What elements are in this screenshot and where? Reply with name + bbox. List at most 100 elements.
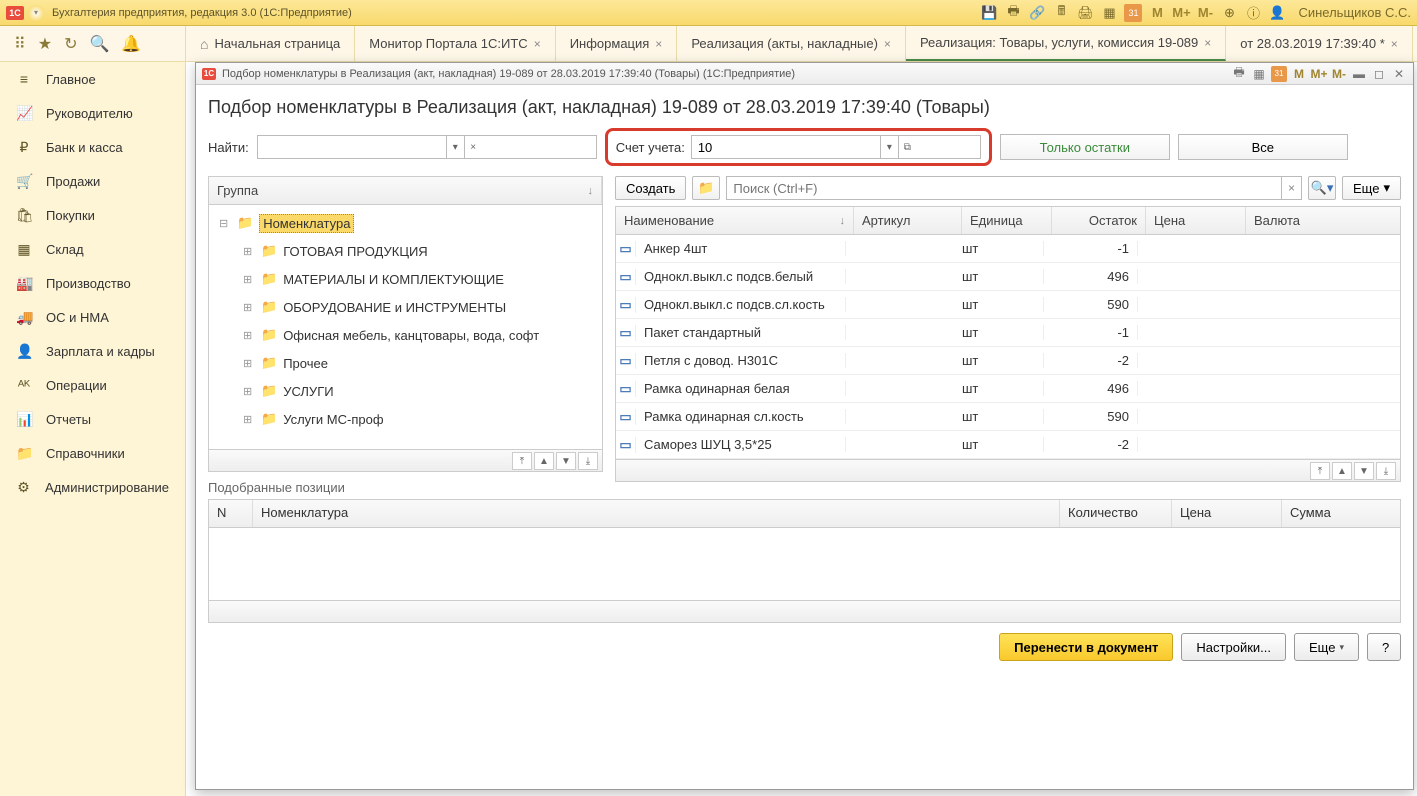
transfer-button[interactable]: Перенести в документ <box>999 633 1173 661</box>
info-icon[interactable]: ⓘ <box>1244 4 1262 22</box>
picked-col-price[interactable]: Цена <box>1172 500 1282 527</box>
sidebar-item[interactable]: 🚚ОС и НМА <box>0 300 185 334</box>
grid-search-input[interactable] <box>727 177 1281 199</box>
nav-up-icon[interactable]: ▲ <box>534 452 554 470</box>
close-icon[interactable]: × <box>1204 36 1211 50</box>
table-row[interactable]: ▭Саморез ШУЦ 3,5*25шт-2 <box>616 431 1400 459</box>
calc-icon[interactable]: 🖩 <box>1052 4 1070 22</box>
table-row[interactable]: ▭Однокл.выкл.с подсв.белыйшт496 <box>616 263 1400 291</box>
nav-bottom-icon[interactable]: ⤓ <box>578 452 598 470</box>
settings-button[interactable]: Настройки... <box>1181 633 1286 661</box>
tab[interactable]: Реализация: Товары, услуги, комиссия 19-… <box>906 26 1226 61</box>
sidebar-item[interactable]: 📁Справочники <box>0 436 185 470</box>
table-row[interactable]: ▭Однокл.выкл.с подсв.сл.костьшт590 <box>616 291 1400 319</box>
calendar-icon[interactable]: ▦ <box>1100 4 1118 22</box>
zoom-icon[interactable]: ⊕ <box>1220 4 1238 22</box>
tree-item[interactable]: ⊞📁УСЛУГИ <box>209 377 602 405</box>
modal-maximize-icon[interactable]: ◻ <box>1371 66 1387 82</box>
mminus-icon[interactable]: M- <box>1196 4 1214 22</box>
sidebar-item[interactable]: 🏭Производство <box>0 266 185 300</box>
all-button[interactable]: Все <box>1178 134 1348 160</box>
picked-col-qty[interactable]: Количество <box>1060 500 1172 527</box>
grid-search-clear-icon[interactable]: × <box>1281 177 1301 199</box>
tree-item[interactable]: ⊞📁Прочее <box>209 349 602 377</box>
tab[interactable]: от 28.03.2019 17:39:40 *× <box>1226 26 1412 61</box>
close-icon[interactable]: × <box>534 37 541 51</box>
col-name[interactable]: Наименование↓ <box>616 207 854 234</box>
print2-icon[interactable]: 🖨 <box>1076 4 1094 22</box>
sidebar-item[interactable]: ⚙Администрирование <box>0 470 185 504</box>
tree-item[interactable]: ⊟📁Номенклатура <box>209 209 602 237</box>
expand-icon[interactable]: ⊞ <box>243 245 255 258</box>
modal-cal31-icon[interactable]: 31 <box>1271 66 1287 82</box>
col-unit[interactable]: Единица <box>962 207 1052 234</box>
calendar31-icon[interactable]: 31 <box>1124 4 1142 22</box>
table-row[interactable]: ▭Петля с довод. H301Cшт-2 <box>616 347 1400 375</box>
apps-icon[interactable]: ⠿ <box>14 34 26 54</box>
bell-icon[interactable]: 🔔 <box>121 34 141 54</box>
sidebar-item[interactable]: ≡Главное <box>0 62 185 96</box>
modal-mminus-icon[interactable]: M- <box>1331 66 1347 82</box>
modal-m-icon[interactable]: M <box>1291 66 1307 82</box>
find-clear-icon[interactable]: × <box>464 136 482 158</box>
account-dropdown-icon[interactable]: ▾ <box>880 136 898 158</box>
mplus-icon[interactable]: M+ <box>1172 4 1190 22</box>
sidebar-item[interactable]: 🛍Покупки <box>0 198 185 232</box>
nav-top-icon[interactable]: ⤒ <box>512 452 532 470</box>
expand-icon[interactable]: ⊟ <box>219 217 231 230</box>
grid-more-button[interactable]: Еще▾ <box>1342 176 1401 200</box>
expand-icon[interactable]: ⊞ <box>243 273 255 286</box>
bottom-more-button[interactable]: Еще ▾ <box>1294 633 1359 661</box>
close-icon[interactable]: × <box>884 37 891 51</box>
group-header[interactable]: Группа ↓ <box>209 177 602 204</box>
only-remains-button[interactable]: Только остатки <box>1000 134 1170 160</box>
sidebar-item[interactable]: 📈Руководителю <box>0 96 185 130</box>
col-currency[interactable]: Валюта <box>1246 207 1400 234</box>
history-icon[interactable]: ↻ <box>64 34 77 54</box>
sidebar-item[interactable]: ᴬᴷОперации <box>0 368 185 402</box>
picked-col-nom[interactable]: Номенклатура <box>253 500 1060 527</box>
table-row[interactable]: ▭Рамка одинарная белаяшт496 <box>616 375 1400 403</box>
modal-minimize-icon[interactable]: ▬ <box>1351 66 1367 82</box>
account-open-icon[interactable]: ⧉ <box>898 136 916 158</box>
m-icon[interactable]: M <box>1148 4 1166 22</box>
expand-icon[interactable]: ⊞ <box>243 413 255 426</box>
account-input[interactable] <box>692 136 880 158</box>
sidebar-item[interactable]: ▦Склад <box>0 232 185 266</box>
expand-icon[interactable]: ⊞ <box>243 385 255 398</box>
col-article[interactable]: Артикул <box>854 207 962 234</box>
col-price[interactable]: Цена <box>1146 207 1246 234</box>
modal-print-icon[interactable]: 🖶 <box>1231 66 1247 82</box>
col-rest[interactable]: Остаток <box>1052 207 1146 234</box>
tree-item[interactable]: ⊞📁Услуги МС-проф <box>209 405 602 433</box>
magnify-button[interactable]: 🔍▾ <box>1308 176 1336 200</box>
expand-icon[interactable]: ⊞ <box>243 357 255 370</box>
nav-down-icon[interactable]: ▼ <box>556 452 576 470</box>
tab[interactable]: Информация× <box>556 26 678 61</box>
table-row[interactable]: ▭Пакет стандартныйшт-1 <box>616 319 1400 347</box>
expand-icon[interactable]: ⊞ <box>243 329 255 342</box>
sidebar-item[interactable]: 🛒Продажи <box>0 164 185 198</box>
table-row[interactable]: ▭Анкер 4штшт-1 <box>616 235 1400 263</box>
sidebar-item[interactable]: 📊Отчеты <box>0 402 185 436</box>
tab[interactable]: ⌂Начальная страница <box>186 26 355 61</box>
tree-item[interactable]: ⊞📁Офисная мебель, канцтовары, вода, софт <box>209 321 602 349</box>
save-icon[interactable]: 💾 <box>980 4 998 22</box>
folder-button[interactable]: 📁 <box>692 176 720 200</box>
create-button[interactable]: Создать <box>615 176 686 200</box>
tree-item[interactable]: ⊞📁ОБОРУДОВАНИЕ и ИНСТРУМЕНТЫ <box>209 293 602 321</box>
print-icon[interactable]: 🖶 <box>1004 4 1022 22</box>
sidebar-item[interactable]: ₽Банк и касса <box>0 130 185 164</box>
search-icon[interactable]: 🔍 <box>89 34 109 54</box>
table-row[interactable]: ▭Рамка одинарная сл.костьшт590 <box>616 403 1400 431</box>
find-dropdown-icon[interactable]: ▾ <box>446 136 464 158</box>
titlebar-dropdown-icon[interactable]: ▾ <box>28 5 44 21</box>
close-icon[interactable]: × <box>1391 37 1398 51</box>
tree-item[interactable]: ⊞📁МАТЕРИАЛЫ И КОМПЛЕКТУЮЩИЕ <box>209 265 602 293</box>
help-button[interactable]: ? <box>1367 633 1401 661</box>
picked-col-n[interactable]: N <box>209 500 253 527</box>
link-icon[interactable]: 🔗 <box>1028 4 1046 22</box>
modal-mplus-icon[interactable]: M+ <box>1311 66 1327 82</box>
modal-close-icon[interactable]: ✕ <box>1391 66 1407 82</box>
picked-col-sum[interactable]: Сумма <box>1282 500 1400 527</box>
